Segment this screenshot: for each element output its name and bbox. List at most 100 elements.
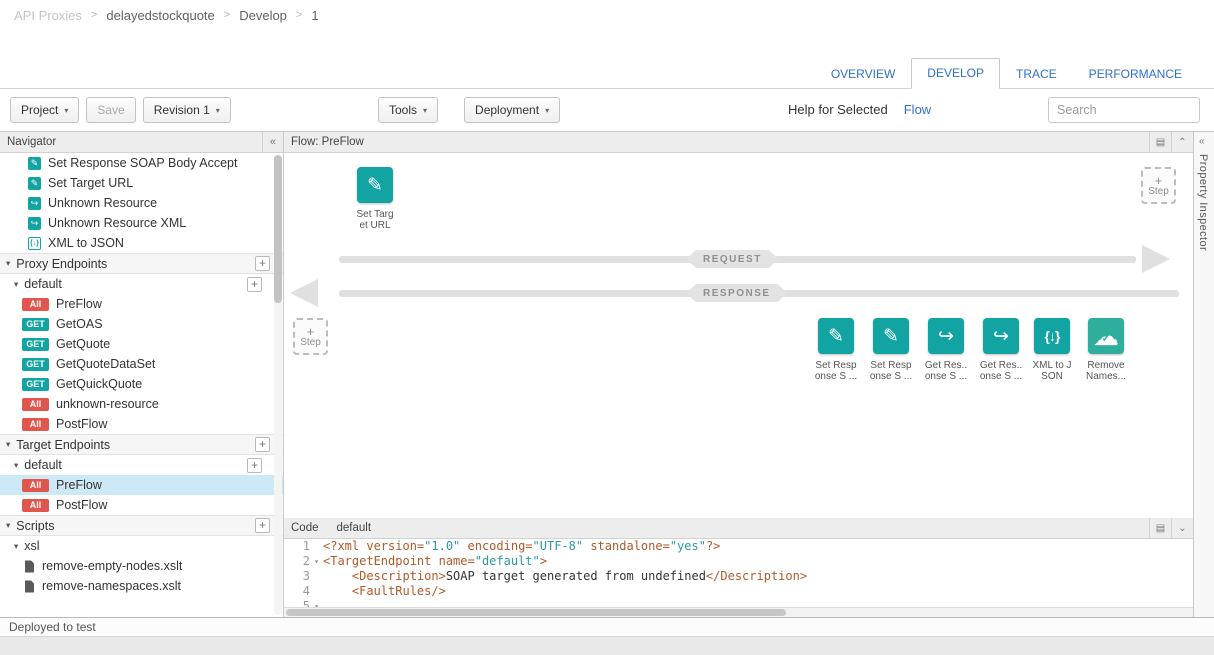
collapse-panel-icon[interactable]: ⌄ bbox=[1171, 518, 1193, 538]
line-number: 1 bbox=[284, 539, 310, 554]
policy-label: Set Target URL bbox=[48, 176, 133, 190]
section-proxy-endpoints[interactable]: ▾ Proxy Endpoints + bbox=[0, 253, 283, 274]
code-editor[interactable]: 1<?xml version="1.0" encoding="UTF-8" st… bbox=[284, 539, 1193, 607]
script-file-remove-namespaces[interactable]: remove-namespaces.xslt bbox=[0, 576, 283, 596]
tools-menu-label: Tools bbox=[389, 103, 417, 117]
code-title: Code bbox=[291, 522, 319, 534]
policy-item-xml-to-json[interactable]: {↓} XML to JSON bbox=[0, 233, 283, 253]
assign-message-step-icon[interactable]: ✎ bbox=[357, 167, 393, 203]
verb-badge: All bbox=[22, 499, 49, 512]
tab-trace[interactable]: TRACE bbox=[1000, 59, 1073, 89]
proxy-flow-preflow[interactable]: All PreFlow bbox=[0, 294, 283, 314]
proxy-flow-getquickquote[interactable]: GET GetQuickQuote bbox=[0, 374, 283, 394]
save-button-label: Save bbox=[97, 103, 124, 117]
xml-to-json-step-icon[interactable]: {↓} bbox=[1034, 318, 1070, 354]
add-target-endpoint-button[interactable]: + bbox=[255, 437, 270, 452]
section-target-endpoints[interactable]: ▾ Target Endpoints + bbox=[0, 434, 283, 455]
cloud-check-step-icon[interactable]: ☁ ✓ bbox=[1088, 318, 1124, 354]
policy-item-unknown-resource-xml[interactable]: ↪ Unknown Resource XML bbox=[0, 213, 283, 233]
proxy-flow-postflow[interactable]: All PostFlow bbox=[0, 414, 283, 434]
fold-caret-icon[interactable]: ▾ bbox=[310, 554, 323, 569]
breadcrumb-proxy-name[interactable]: delayedstockquote bbox=[106, 8, 214, 23]
add-proxy-endpoint-button[interactable]: + bbox=[255, 256, 270, 271]
scripts-group-xsl[interactable]: ▾ xsl bbox=[0, 536, 283, 556]
assign-message-step-icon[interactable]: ✎ bbox=[873, 318, 909, 354]
proxy-flow-getoas[interactable]: GET GetOAS bbox=[0, 314, 283, 334]
revision-menu-button[interactable]: Revision 1 ▾ bbox=[143, 97, 231, 123]
code-header: Code default ▤ ⌄ bbox=[284, 518, 1193, 539]
proxy-flow-getquotedataset[interactable]: GET GetQuoteDataSet bbox=[0, 354, 283, 374]
flow-header-icons: ▤ ⌃ bbox=[1149, 132, 1193, 152]
endpoint-label: default bbox=[24, 458, 62, 472]
panel-layout-icon[interactable]: ▤ bbox=[1149, 132, 1171, 152]
step-button-label: Step bbox=[300, 337, 321, 348]
expand-inspector-icon[interactable]: « bbox=[1199, 136, 1205, 147]
collapse-navigator-icon[interactable]: « bbox=[262, 132, 283, 152]
add-flow-button[interactable]: + bbox=[247, 277, 262, 292]
navigator-panel: Navigator « ✎ Set Response SOAP Body Acc… bbox=[0, 132, 284, 617]
policy-item-unknown-resource[interactable]: ↪ Unknown Resource bbox=[0, 193, 283, 213]
property-inspector-strip[interactable]: « Property Inspector bbox=[1193, 132, 1214, 617]
caret-down-icon: ▾ bbox=[6, 520, 10, 531]
project-menu-button[interactable]: Project ▾ bbox=[10, 97, 79, 123]
tab-performance[interactable]: PERFORMANCE bbox=[1073, 59, 1198, 89]
add-request-step-button[interactable]: + Step bbox=[1141, 167, 1176, 204]
callout-icon: ↪ bbox=[28, 197, 41, 210]
plus-icon: + bbox=[307, 326, 315, 337]
breadcrumb-develop[interactable]: Develop bbox=[239, 8, 287, 23]
add-script-button[interactable]: + bbox=[255, 518, 270, 533]
section-scripts[interactable]: ▾ Scripts + bbox=[0, 515, 283, 536]
proxy-flow-getquote[interactable]: GET GetQuote bbox=[0, 334, 283, 354]
tab-develop[interactable]: DEVELOP bbox=[911, 58, 1000, 89]
collapse-panel-icon[interactable]: ⌃ bbox=[1171, 132, 1193, 152]
section-title: Target Endpoints bbox=[16, 438, 110, 452]
code-scrollbar-thumb[interactable] bbox=[286, 609, 786, 616]
file-label: remove-namespaces.xslt bbox=[42, 579, 181, 593]
step-label: Set Resp onse S ... bbox=[809, 360, 863, 382]
deployment-status: Deployed to test bbox=[9, 620, 96, 634]
navigator-scrollbar-thumb[interactable] bbox=[274, 155, 282, 303]
toolbar-mid-group: Tools ▾ Deployment ▾ bbox=[378, 97, 560, 123]
callout-step-icon[interactable]: ↪ bbox=[928, 318, 964, 354]
save-button[interactable]: Save bbox=[86, 97, 135, 123]
script-file-remove-empty-nodes[interactable]: remove-empty-nodes.xslt bbox=[0, 556, 283, 576]
deployment-menu-button[interactable]: Deployment ▾ bbox=[464, 97, 560, 123]
add-flow-button[interactable]: + bbox=[247, 458, 262, 473]
breadcrumb-separator: > bbox=[91, 9, 97, 21]
assign-message-step-icon[interactable]: ✎ bbox=[818, 318, 854, 354]
breadcrumb-api-proxies[interactable]: API Proxies bbox=[14, 8, 82, 23]
step-button-label: Step bbox=[1148, 186, 1169, 197]
search-input[interactable] bbox=[1048, 97, 1200, 123]
policy-item-set-response-soap-body-accept[interactable]: ✎ Set Response SOAP Body Accept bbox=[0, 153, 283, 173]
add-response-step-button[interactable]: + Step bbox=[293, 318, 328, 355]
help-flow-link[interactable]: Flow bbox=[904, 102, 931, 117]
policy-item-set-target-url[interactable]: ✎ Set Target URL bbox=[0, 173, 283, 193]
panel-layout-icon[interactable]: ▤ bbox=[1149, 518, 1171, 538]
verb-badge: All bbox=[22, 418, 49, 431]
navigator-title: Navigator bbox=[7, 136, 56, 148]
code-tab-default[interactable]: default bbox=[337, 522, 372, 534]
code-header-icons: ▤ ⌄ bbox=[1149, 518, 1193, 538]
flow-step-set-response-2: ✎ Set Resp onse S ... bbox=[864, 318, 918, 382]
proxy-endpoint-default[interactable]: ▾ default + bbox=[0, 274, 283, 294]
target-flow-preflow[interactable]: All PreFlow bbox=[0, 475, 283, 495]
code-horizontal-scrollbar[interactable] bbox=[284, 607, 1193, 617]
callout-step-icon[interactable]: ↪ bbox=[983, 318, 1019, 354]
project-menu-label: Project bbox=[21, 103, 58, 117]
flow-label: PostFlow bbox=[56, 417, 107, 431]
pencil-icon: ✎ bbox=[367, 174, 383, 197]
code-line: 4 <FaultRules/> bbox=[284, 584, 1193, 599]
line-number: 5 bbox=[284, 599, 310, 607]
breadcrumb: API Proxies > delayedstockquote > Develo… bbox=[0, 0, 1214, 30]
fold-caret-icon[interactable]: ▾ bbox=[310, 599, 323, 607]
tools-menu-button[interactable]: Tools ▾ bbox=[378, 97, 438, 123]
tab-overview[interactable]: OVERVIEW bbox=[815, 59, 911, 89]
assign-message-icon: ✎ bbox=[28, 157, 41, 170]
breadcrumb-revision[interactable]: 1 bbox=[311, 8, 318, 23]
target-flow-postflow[interactable]: All PostFlow bbox=[0, 495, 283, 515]
navigator-scrollbar[interactable] bbox=[274, 155, 282, 615]
proxy-flow-unknown-resource[interactable]: All unknown-resource bbox=[0, 394, 283, 414]
breadcrumb-separator: > bbox=[296, 9, 302, 21]
flow-step-set-target-url: ✎ Set Targ et URL bbox=[348, 167, 402, 231]
target-endpoint-default[interactable]: ▾ default + bbox=[0, 455, 283, 475]
